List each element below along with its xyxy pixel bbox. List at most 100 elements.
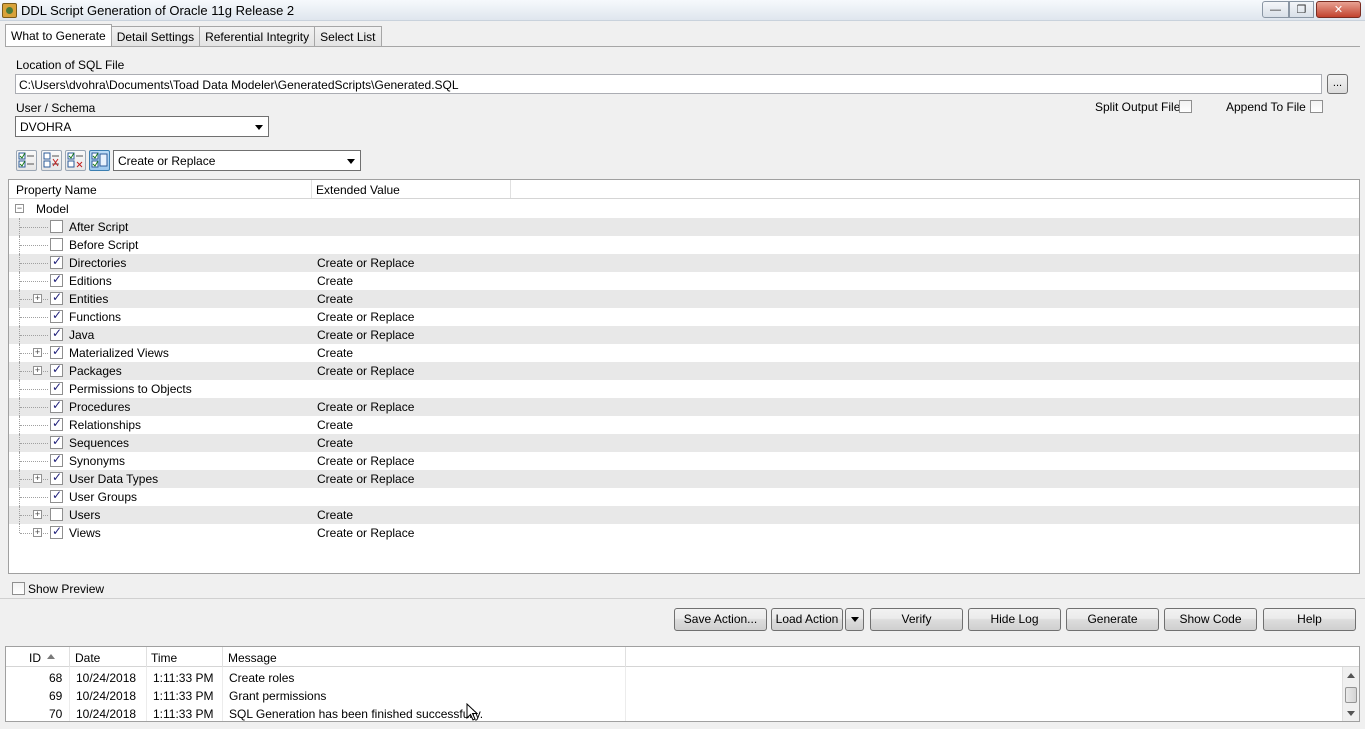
column-header-date[interactable]: Date — [75, 651, 100, 665]
tree-row[interactable]: + Users Create — [9, 506, 1359, 524]
tree-row[interactable]: Synonyms Create or Replace — [9, 452, 1359, 470]
expand-icon[interactable]: + — [33, 510, 42, 519]
row-checkbox[interactable] — [50, 434, 63, 449]
load-action-button[interactable]: Load Action — [771, 608, 843, 631]
load-action-dropdown-button[interactable] — [845, 608, 864, 631]
tree-row[interactable]: Directories Create or Replace — [9, 254, 1359, 272]
extended-value[interactable]: Create or Replace — [317, 400, 414, 414]
tree-row[interactable]: User Groups — [9, 488, 1359, 506]
tree-row[interactable]: Procedures Create or Replace — [9, 398, 1359, 416]
log-row[interactable]: 68 10/24/2018 1:11:33 PM Create roles — [6, 668, 1342, 686]
expand-icon[interactable]: + — [33, 294, 42, 303]
extended-value[interactable]: Create — [317, 418, 353, 432]
minimize-button[interactable]: — — [1262, 1, 1289, 18]
expand-icon[interactable]: + — [33, 474, 42, 483]
row-checkbox[interactable] — [50, 238, 63, 251]
row-checkbox[interactable] — [50, 220, 63, 233]
row-checkbox[interactable] — [50, 398, 63, 413]
column-header-id[interactable]: ID — [29, 651, 41, 665]
tab-referential-integrity[interactable]: Referential Integrity — [199, 26, 316, 47]
tree-row[interactable]: Sequences Create — [9, 434, 1359, 452]
hide-log-button[interactable]: Hide Log — [968, 608, 1061, 631]
help-button[interactable]: Help — [1263, 608, 1356, 631]
tree-row[interactable]: Editions Create — [9, 272, 1359, 290]
extended-value[interactable]: Create — [317, 346, 353, 360]
append-to-file-checkbox[interactable] — [1310, 100, 1323, 113]
schema-select[interactable]: DVOHRA — [15, 116, 269, 137]
property-name: Java — [69, 328, 95, 342]
maximize-button[interactable]: ❐ — [1289, 1, 1314, 18]
extended-value[interactable]: Create — [317, 508, 353, 522]
row-checkbox[interactable] — [50, 524, 63, 539]
column-header-extended-value[interactable]: Extended Value — [316, 183, 400, 197]
row-checkbox[interactable] — [50, 380, 63, 395]
log-row[interactable]: 70 10/24/2018 1:11:33 PM SQL Generation … — [6, 704, 1342, 721]
row-checkbox[interactable] — [50, 488, 63, 503]
expand-icon[interactable]: + — [33, 528, 42, 537]
scroll-down-icon[interactable] — [1347, 711, 1355, 716]
extended-value[interactable]: Create or Replace — [317, 328, 414, 342]
tree-row[interactable]: After Script — [9, 218, 1359, 236]
extended-value[interactable]: Create or Replace — [317, 256, 414, 270]
extended-value[interactable]: Create — [317, 292, 353, 306]
column-header-property[interactable]: Property Name — [16, 183, 97, 197]
scroll-thumb[interactable] — [1345, 687, 1357, 703]
tree-row[interactable]: Functions Create or Replace — [9, 308, 1359, 326]
row-checkbox[interactable] — [50, 452, 63, 467]
tab-detail-settings[interactable]: Detail Settings — [110, 26, 201, 47]
expand-icon[interactable]: + — [33, 366, 42, 375]
row-checkbox[interactable] — [50, 290, 63, 305]
generate-button[interactable]: Generate — [1066, 608, 1159, 631]
check-selected-button[interactable] — [89, 150, 110, 171]
tree-root-model[interactable]: − Model — [9, 200, 1359, 218]
log-scrollbar[interactable] — [1342, 667, 1359, 721]
row-checkbox[interactable] — [50, 326, 63, 341]
extended-value[interactable]: Create — [317, 274, 353, 288]
row-checkbox[interactable] — [50, 254, 63, 269]
tree-row[interactable]: + Packages Create or Replace — [9, 362, 1359, 380]
extended-value[interactable]: Create or Replace — [317, 526, 414, 540]
tree-row[interactable]: + Entities Create — [9, 290, 1359, 308]
tab-select-list[interactable]: Select List — [314, 26, 382, 47]
extended-value[interactable]: Create or Replace — [317, 310, 414, 324]
sql-file-path-input[interactable]: C:\Users\dvohra\Documents\Toad Data Mode… — [15, 74, 1322, 94]
uncheck-all-button[interactable] — [41, 150, 62, 171]
column-header-message[interactable]: Message — [228, 651, 277, 665]
append-to-file-label: Append To File — [1226, 100, 1306, 114]
tree-row[interactable]: Permissions to Objects — [9, 380, 1359, 398]
row-checkbox[interactable] — [50, 344, 63, 359]
column-header-time[interactable]: Time — [151, 651, 177, 665]
tree-row[interactable]: Before Script — [9, 236, 1359, 254]
row-checkbox[interactable] — [50, 362, 63, 377]
collapse-icon[interactable]: − — [15, 204, 24, 213]
close-button[interactable]: ✕ — [1316, 1, 1361, 18]
row-checkbox[interactable] — [50, 308, 63, 323]
split-output-checkbox[interactable] — [1179, 100, 1192, 113]
log-row[interactable]: 69 10/24/2018 1:11:33 PM Grant permissio… — [6, 686, 1342, 704]
verify-button[interactable]: Verify — [870, 608, 963, 631]
tab-what-to-generate[interactable]: What to Generate — [5, 24, 112, 46]
extended-value[interactable]: Create or Replace — [317, 454, 414, 468]
browse-button[interactable]: ... — [1327, 74, 1348, 94]
invert-check-button[interactable] — [65, 150, 86, 171]
show-preview-checkbox[interactable] — [12, 582, 25, 595]
tree-row[interactable]: + Materialized Views Create — [9, 344, 1359, 362]
tree-row[interactable]: Relationships Create — [9, 416, 1359, 434]
tree-row[interactable]: Java Create or Replace — [9, 326, 1359, 344]
row-checkbox[interactable] — [50, 416, 63, 431]
tree-row[interactable]: + Views Create or Replace — [9, 524, 1359, 542]
extended-value[interactable]: Create or Replace — [317, 472, 414, 486]
save-action-button[interactable]: Save Action... — [674, 608, 767, 631]
scroll-up-icon[interactable] — [1347, 673, 1355, 678]
action-select[interactable]: Create or Replace — [113, 150, 361, 171]
extended-value[interactable]: Create or Replace — [317, 364, 414, 378]
log-id: 69 — [49, 689, 63, 703]
row-checkbox[interactable] — [50, 272, 63, 287]
check-all-button[interactable] — [16, 150, 37, 171]
expand-icon[interactable]: + — [33, 348, 42, 357]
show-code-button[interactable]: Show Code — [1164, 608, 1257, 631]
extended-value[interactable]: Create — [317, 436, 353, 450]
tree-row[interactable]: + User Data Types Create or Replace — [9, 470, 1359, 488]
row-checkbox[interactable] — [50, 508, 63, 521]
row-checkbox[interactable] — [50, 470, 63, 485]
